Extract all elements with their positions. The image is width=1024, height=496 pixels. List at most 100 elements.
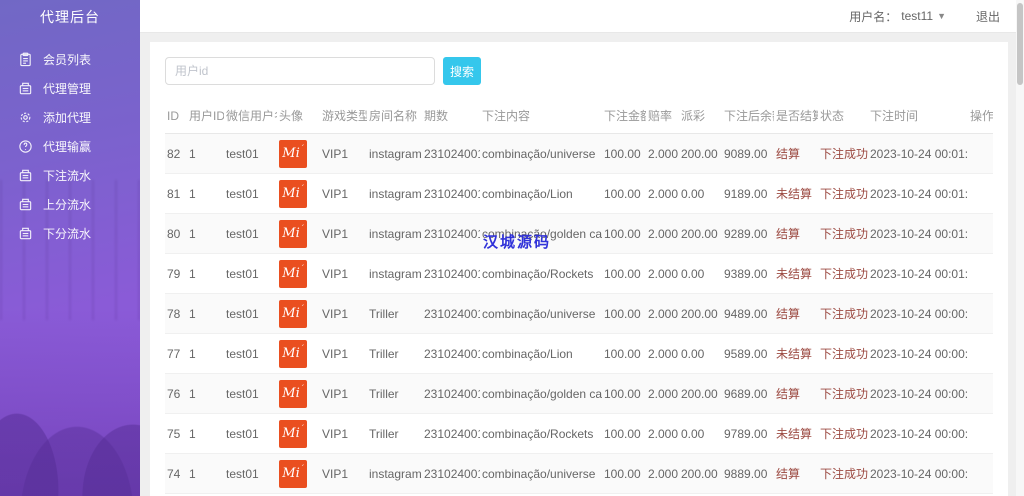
sidebar-item-agent-manage[interactable]: 代理管理: [0, 74, 140, 103]
sidebar-item-deposit-flow[interactable]: 上分流水: [0, 190, 140, 219]
table-cell: 结算: [774, 213, 818, 254]
chevron-down-icon: ▼: [937, 11, 946, 21]
table-cell: 下注成功: [818, 333, 868, 374]
table-cell: 1: [187, 373, 224, 414]
table-cell: 9489.00: [722, 293, 774, 334]
table-cell: 2023-10-24 00:01:54: [868, 213, 968, 254]
table-cell: Mi: [277, 453, 320, 494]
table-cell: 231024001: [422, 173, 480, 214]
table-cell: 下注成功: [818, 453, 868, 494]
table-cell: 1: [187, 413, 224, 454]
logout-button[interactable]: 退出: [976, 8, 1000, 25]
table-row: 811test01Mi VIP1instagram231024001combina…: [165, 173, 993, 214]
ledger-icon: [19, 169, 32, 182]
table-cell: 2023-10-24 00:00:35: [868, 293, 968, 334]
table-row: 781test01Mi VIP1Triller231024001combinaçã…: [165, 293, 993, 334]
ledger-icon: [19, 198, 32, 211]
column-header: 状态: [818, 99, 868, 134]
table-cell: 100.00: [602, 173, 646, 214]
table-cell: Mi: [277, 333, 320, 374]
table-cell: Triller: [367, 373, 422, 414]
column-header: 是否结算: [774, 99, 818, 134]
watermark-text: 汉城源码: [483, 234, 552, 251]
user-avatar: Mi: [279, 379, 307, 408]
table-cell: Mi: [277, 133, 320, 174]
table-cell: 75: [165, 413, 187, 454]
sidebar-item-bet-flow[interactable]: 下注流水: [0, 161, 140, 190]
sidebar-item-label: 下注流水: [43, 169, 92, 183]
ledger-icon: [19, 82, 32, 95]
table-header-row: ID用户ID微信用户名头像游戏类型房间名称期数下注内容下注金额赔率派彩下注后余额…: [165, 99, 993, 134]
column-header: ID: [165, 99, 187, 134]
table-cell: combinação/universe: [480, 293, 602, 334]
table-cell: 200.00: [679, 373, 722, 414]
table-cell: combinação/universe: [480, 453, 602, 494]
table-cell: 231024001: [422, 373, 480, 414]
vertical-scrollbar[interactable]: [1016, 0, 1024, 496]
gear-icon: [20, 112, 31, 123]
table-cell: Triller: [367, 333, 422, 374]
table-cell: VIP1: [320, 213, 367, 254]
table-cell: 1: [187, 133, 224, 174]
table-cell: 82: [165, 133, 187, 174]
table-cell: Mi: [277, 173, 320, 214]
table-cell: 9889.00: [722, 453, 774, 494]
table-cell: 0.00: [679, 253, 722, 294]
ledger-icon: [19, 227, 32, 240]
table-cell: 2.000: [646, 133, 679, 174]
table-cell: 9089.00: [722, 133, 774, 174]
sidebar-item-label: 代理管理: [43, 82, 92, 96]
table-cell: 200.00: [679, 133, 722, 174]
table-cell: test01: [224, 253, 277, 294]
table-cell: 231024001: [422, 293, 480, 334]
column-header: 操作: [968, 99, 993, 134]
table-cell: [968, 333, 993, 374]
table-cell: 下注成功: [818, 293, 868, 334]
table-cell: 100.00: [602, 133, 646, 174]
table-cell: 2.000: [646, 253, 679, 294]
sidebar-item-label: 上分流水: [43, 198, 92, 212]
table-cell: 下注成功: [818, 173, 868, 214]
table-cell: VIP1: [320, 253, 367, 294]
table-cell: 231024001: [422, 453, 480, 494]
username-label: 用户名：: [849, 9, 898, 24]
column-header: 头像: [277, 99, 320, 134]
sidebar-item-withdraw-flow[interactable]: 下分流水: [0, 219, 140, 248]
table-cell: 78: [165, 293, 187, 334]
table-cell: 未结算: [774, 413, 818, 454]
column-header: 下注时间: [868, 99, 968, 134]
user-avatar: Mi: [279, 219, 307, 248]
table-cell: 1: [187, 213, 224, 254]
table-cell: test01: [224, 413, 277, 454]
table-cell: 下注成功: [818, 213, 868, 254]
topbar: 用户名： test11 ▼ 退出: [140, 0, 1024, 33]
table-cell: 74: [165, 453, 187, 494]
table-cell: 1: [187, 173, 224, 214]
table-cell: 2.000: [646, 453, 679, 494]
table-cell: VIP1: [320, 453, 367, 494]
clipboard-icon: [20, 52, 31, 67]
user-avatar: Mi: [279, 419, 307, 448]
sidebar-item-agent-winloss[interactable]: 代理输赢: [0, 132, 140, 161]
user-avatar: Mi: [279, 179, 307, 208]
table-cell: 2.000: [646, 213, 679, 254]
scrollbar-thumb[interactable]: [1017, 3, 1023, 85]
table-cell: instagram: [367, 253, 422, 294]
table-cell: Mi: [277, 373, 320, 414]
table-cell: VIP1: [320, 333, 367, 374]
user-menu[interactable]: 用户名： test11 ▼: [849, 8, 946, 25]
sidebar-item-member-list[interactable]: 会员列表: [0, 45, 140, 74]
search-input[interactable]: [165, 57, 435, 85]
table-cell: 2.000: [646, 293, 679, 334]
table-cell: 80: [165, 213, 187, 254]
search-button[interactable]: 搜索: [443, 57, 481, 85]
sidebar-item-add-agent[interactable]: 添加代理: [0, 103, 140, 132]
table-cell: Mi: [277, 213, 320, 254]
table-cell: VIP1: [320, 293, 367, 334]
column-header: 游戏类型: [320, 99, 367, 134]
table-cell: 231024001: [422, 333, 480, 374]
table-row: 761test01Mi VIP1Triller231024001combinaçã…: [165, 373, 993, 414]
sidebar-item-label: 代理输赢: [43, 140, 92, 154]
table-cell: 100.00: [602, 413, 646, 454]
table-cell: [968, 173, 993, 214]
